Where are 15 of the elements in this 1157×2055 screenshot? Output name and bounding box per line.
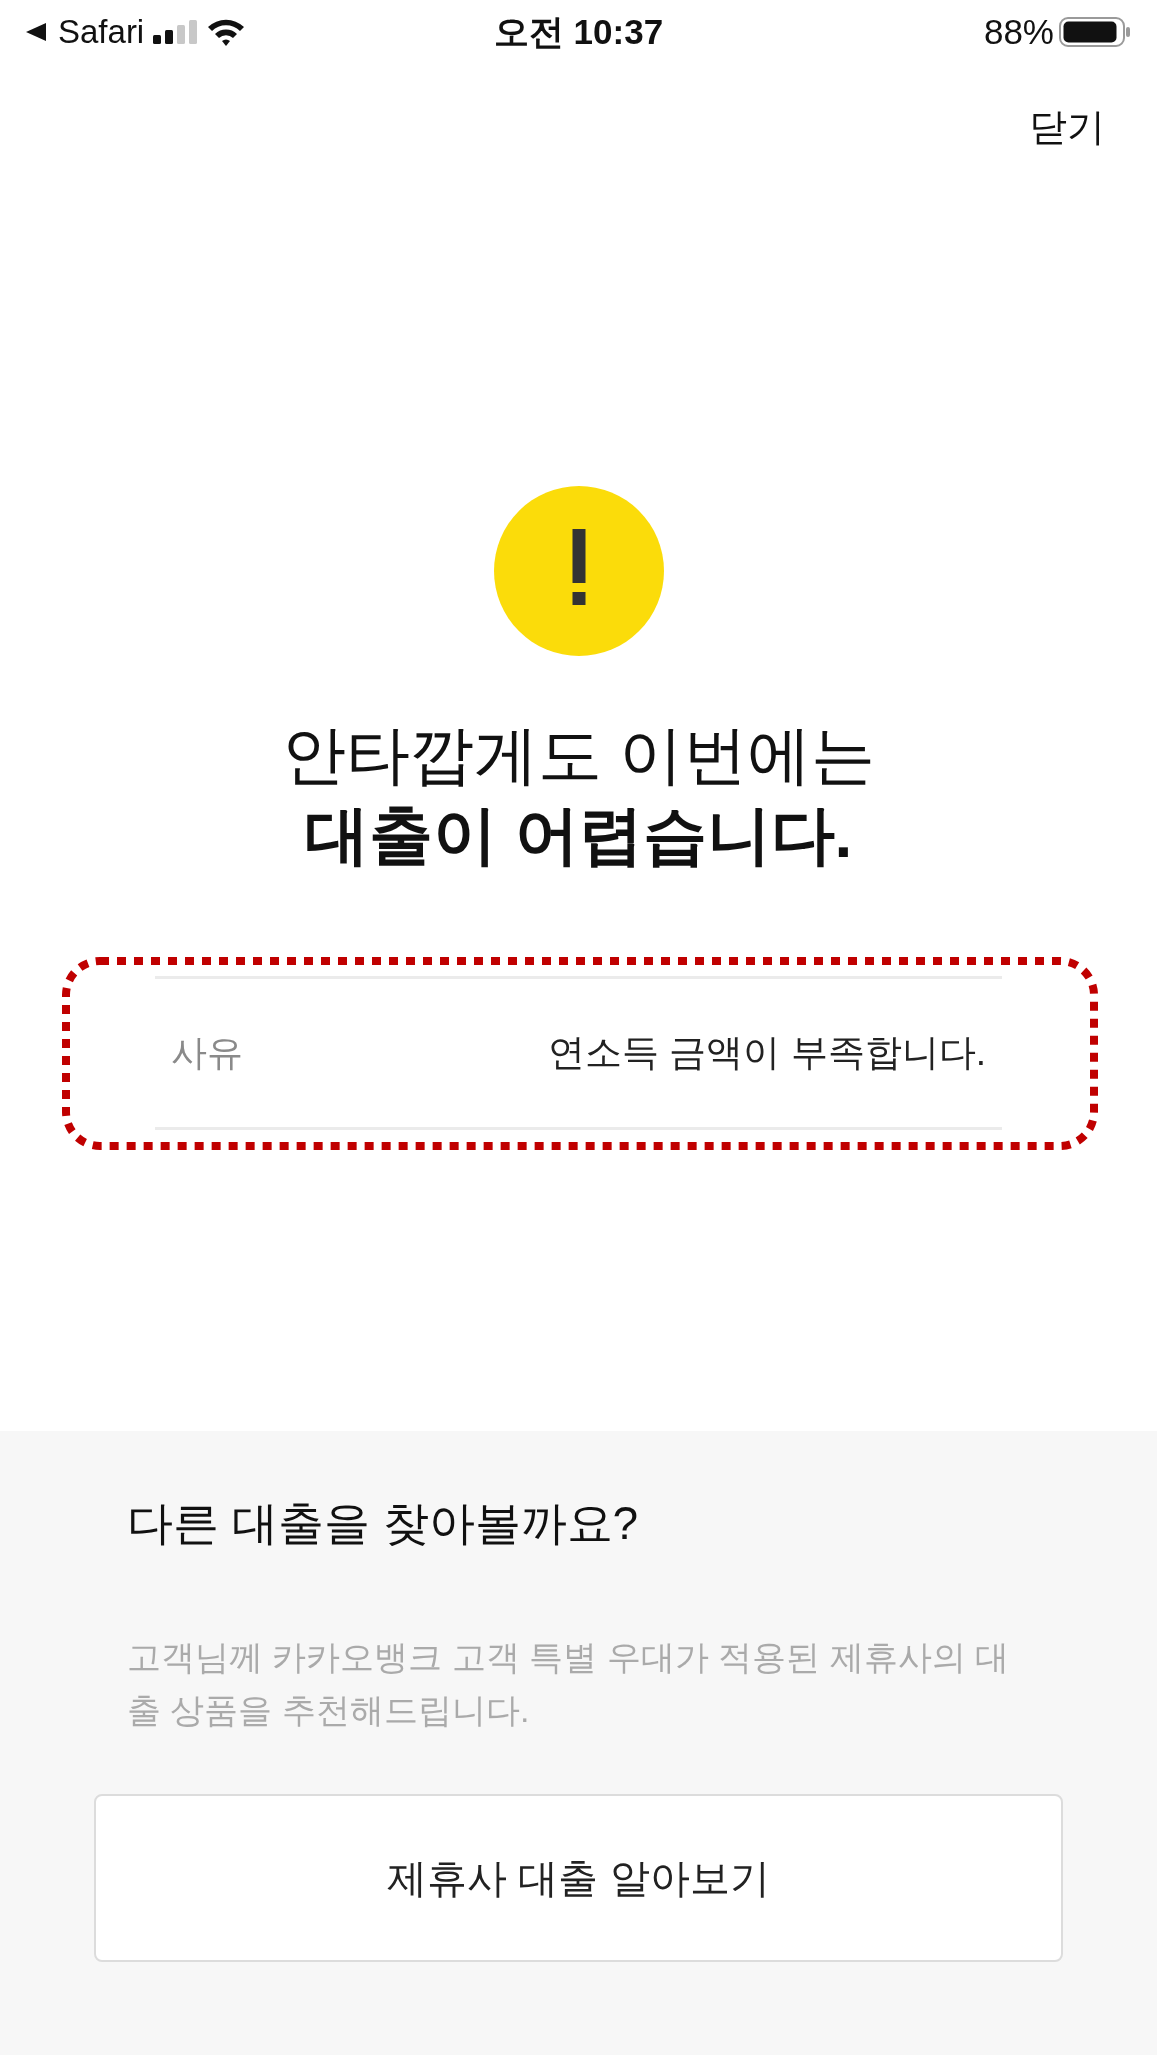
back-app-label[interactable]: Safari [58,12,145,52]
status-time: 오전 10:37 [493,12,664,52]
back-arrow-icon[interactable] [26,23,46,41]
reason-label: 사유 [171,1031,243,1075]
suggestion-description: 고객님께 카카오뱅크 고객 특별 우대가 적용된 제휴사의 대출 상품을 추천해드립니다. [127,1637,1011,1731]
suggestion-title: 다른 대출을 찾아볼까요? [127,1496,639,1551]
partner-loans-button[interactable]: 제휴사 대출 알아보기 [94,1794,1063,1962]
close-button[interactable]: 닫기 [1029,103,1105,151]
signal-bars-icon [153,20,198,44]
result-title: 안타깝게도 이번에는 대출이 어렵습니다. [281,718,876,873]
battery-icon [1059,17,1131,47]
wifi-icon [207,18,246,46]
battery-percentage: 88% [983,12,1054,52]
reason-value: 연소득 금액이 부족합니다. [548,1031,986,1075]
warning-icon [493,486,664,656]
